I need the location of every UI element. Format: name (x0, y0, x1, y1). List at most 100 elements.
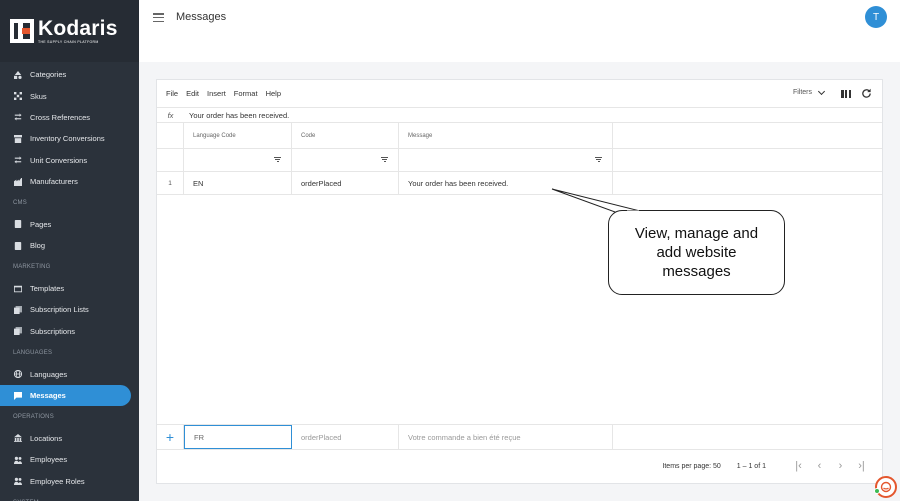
next-page-icon[interactable]: › (830, 460, 851, 472)
sidebar-item-pages[interactable]: Pages (0, 214, 139, 235)
kodaris-logo-icon (10, 19, 34, 43)
employees-icon (13, 455, 22, 464)
section-system: SYSTEM (0, 492, 139, 501)
row-number: 1 (157, 172, 184, 194)
filter-icon[interactable] (595, 157, 602, 162)
new-language-code-input[interactable]: FR (184, 425, 292, 449)
kodaris-logo[interactable]: Kodaris THE SUPPLY CHAIN PLATFORM (0, 0, 139, 62)
column-header-code[interactable]: Code (292, 123, 399, 148)
new-code-input[interactable]: orderPlaced (292, 425, 399, 449)
columns-icon[interactable] (841, 90, 851, 98)
menu-help[interactable]: Help (266, 89, 281, 98)
column-header-message[interactable]: Message (399, 123, 613, 148)
column-header-empty (613, 123, 882, 148)
sidebar-item-categories[interactable]: Categories (0, 64, 139, 85)
locations-icon (13, 434, 22, 443)
menu-file[interactable]: File (166, 89, 178, 98)
filter-cell-message[interactable] (399, 149, 613, 171)
row-number-header (157, 123, 184, 148)
globe-icon (13, 370, 22, 379)
filter-icon[interactable] (381, 157, 388, 162)
table-row[interactable]: 1 EN orderPlaced Your order has been rec… (157, 172, 882, 195)
sidebar-item-label: Cross References (30, 112, 91, 122)
filters-label: Filters (792, 89, 812, 96)
refresh-icon[interactable] (861, 88, 872, 99)
manufacturers-icon (13, 177, 22, 186)
sidebar-item-label: Blog (30, 241, 46, 251)
unit-conversions-icon (13, 156, 22, 165)
menu-icon[interactable] (153, 13, 164, 22)
items-per-page-label: Items per page: (662, 462, 712, 470)
filter-icon[interactable] (274, 157, 281, 162)
sidebar-item-cross-references[interactable]: Cross References (0, 107, 139, 128)
add-row-button[interactable]: + (157, 425, 184, 449)
sidebar-item-manufacturers[interactable]: Manufacturers (0, 171, 139, 192)
subscription-lists-icon (13, 305, 22, 314)
blog-icon (13, 241, 22, 250)
sidebar-item-label: Subscription Lists (30, 305, 89, 315)
items-per-page[interactable]: Items per page: 50 (662, 463, 720, 470)
sidebar-item-skus[interactable]: Skus (0, 85, 139, 106)
section-operations: OPERATIONS (13, 413, 54, 420)
pages-icon (13, 220, 22, 229)
cell-message[interactable]: Your order has been received. (399, 172, 613, 194)
items-per-page-value[interactable]: 50 (713, 463, 721, 470)
callout-text: View, manage and add website messages (634, 225, 759, 280)
chat-support-icon (880, 481, 892, 493)
sidebar-item-label: Pages (30, 219, 52, 229)
previous-page-icon[interactable]: ‹ (809, 460, 830, 472)
sidebar-item-languages[interactable]: Languages (0, 363, 139, 384)
cross-references-icon (13, 113, 22, 122)
sidebar-item-employees[interactable]: Employees (0, 449, 139, 470)
sidebar-item-label: Inventory Conversions (30, 134, 105, 144)
subscriptions-icon (13, 327, 22, 336)
sidebar-item-inventory-conversions[interactable]: Inventory Conversions (0, 128, 139, 149)
cell-language-code[interactable]: EN (184, 172, 292, 194)
help-chat-button[interactable] (874, 476, 897, 498)
sidebar-item-locations[interactable]: Locations (0, 428, 139, 449)
sidebar-item-label: Subscriptions (30, 326, 76, 336)
first-page-icon[interactable]: |‹ (788, 460, 809, 472)
fx-label: fx (167, 110, 174, 120)
sidebar-item-templates[interactable]: Templates (0, 278, 139, 299)
cell-empty (613, 172, 882, 194)
sidebar-item-label: Unit Conversions (30, 155, 88, 165)
chevron-down-icon (817, 87, 826, 95)
formula-value[interactable]: Your order has been received. (184, 111, 289, 120)
menu-format[interactable]: Format (234, 89, 258, 98)
sidebar-item-unit-conversions[interactable]: Unit Conversions (0, 150, 139, 171)
callout-bubble: View, manage and add website messages (608, 210, 785, 295)
column-header-language-code[interactable]: Language Code (184, 123, 292, 148)
pagination: Items per page: 50 1 – 1 of 1 |‹ ‹ › ›| (157, 449, 882, 483)
row-number-filter (157, 149, 184, 171)
online-status-dot (874, 488, 880, 494)
last-page-icon[interactable]: ›| (851, 460, 872, 472)
new-message-input[interactable]: Votre commande a bien été reçue (399, 425, 613, 449)
sidebar-item-label: Manufacturers (30, 177, 78, 187)
page-range: 1 – 1 of 1 (736, 462, 766, 470)
sidebar-item-label: Employees (30, 455, 68, 465)
menu-insert[interactable]: Insert (207, 89, 226, 98)
sidebar-item-blog[interactable]: Blog (0, 235, 139, 256)
filter-cell-language-code[interactable] (184, 149, 292, 171)
section-languages: LANGUAGES (13, 349, 53, 356)
sidebar-item-label: Templates (30, 284, 65, 294)
filter-cell-empty (613, 149, 882, 171)
page-title: Messages (176, 11, 227, 23)
sidebar-item-employee-roles[interactable]: Employee Roles (0, 470, 139, 491)
sidebar-item-subscriptions[interactable]: Subscriptions (0, 321, 139, 342)
templates-icon (13, 284, 22, 293)
section-marketing: MARKETING (13, 264, 51, 271)
filter-cell-code[interactable] (292, 149, 399, 171)
section-cms: CMS (13, 200, 27, 207)
formula-bar: fx Your order has been received. (157, 108, 882, 123)
filters-dropdown[interactable]: Filters (792, 87, 826, 96)
chat-icon (13, 391, 22, 400)
cell-code[interactable]: orderPlaced (292, 172, 399, 194)
sidebar-item-subscription-lists[interactable]: Subscription Lists (0, 299, 139, 320)
sidebar-nav: Categories Skus Cross References Invento… (0, 62, 139, 501)
avatar[interactable]: T (865, 6, 887, 28)
sidebar-item-messages[interactable]: Messages (0, 384, 131, 407)
sidebar-item-label: Employee Roles (30, 476, 85, 486)
menu-edit[interactable]: Edit (186, 89, 199, 98)
